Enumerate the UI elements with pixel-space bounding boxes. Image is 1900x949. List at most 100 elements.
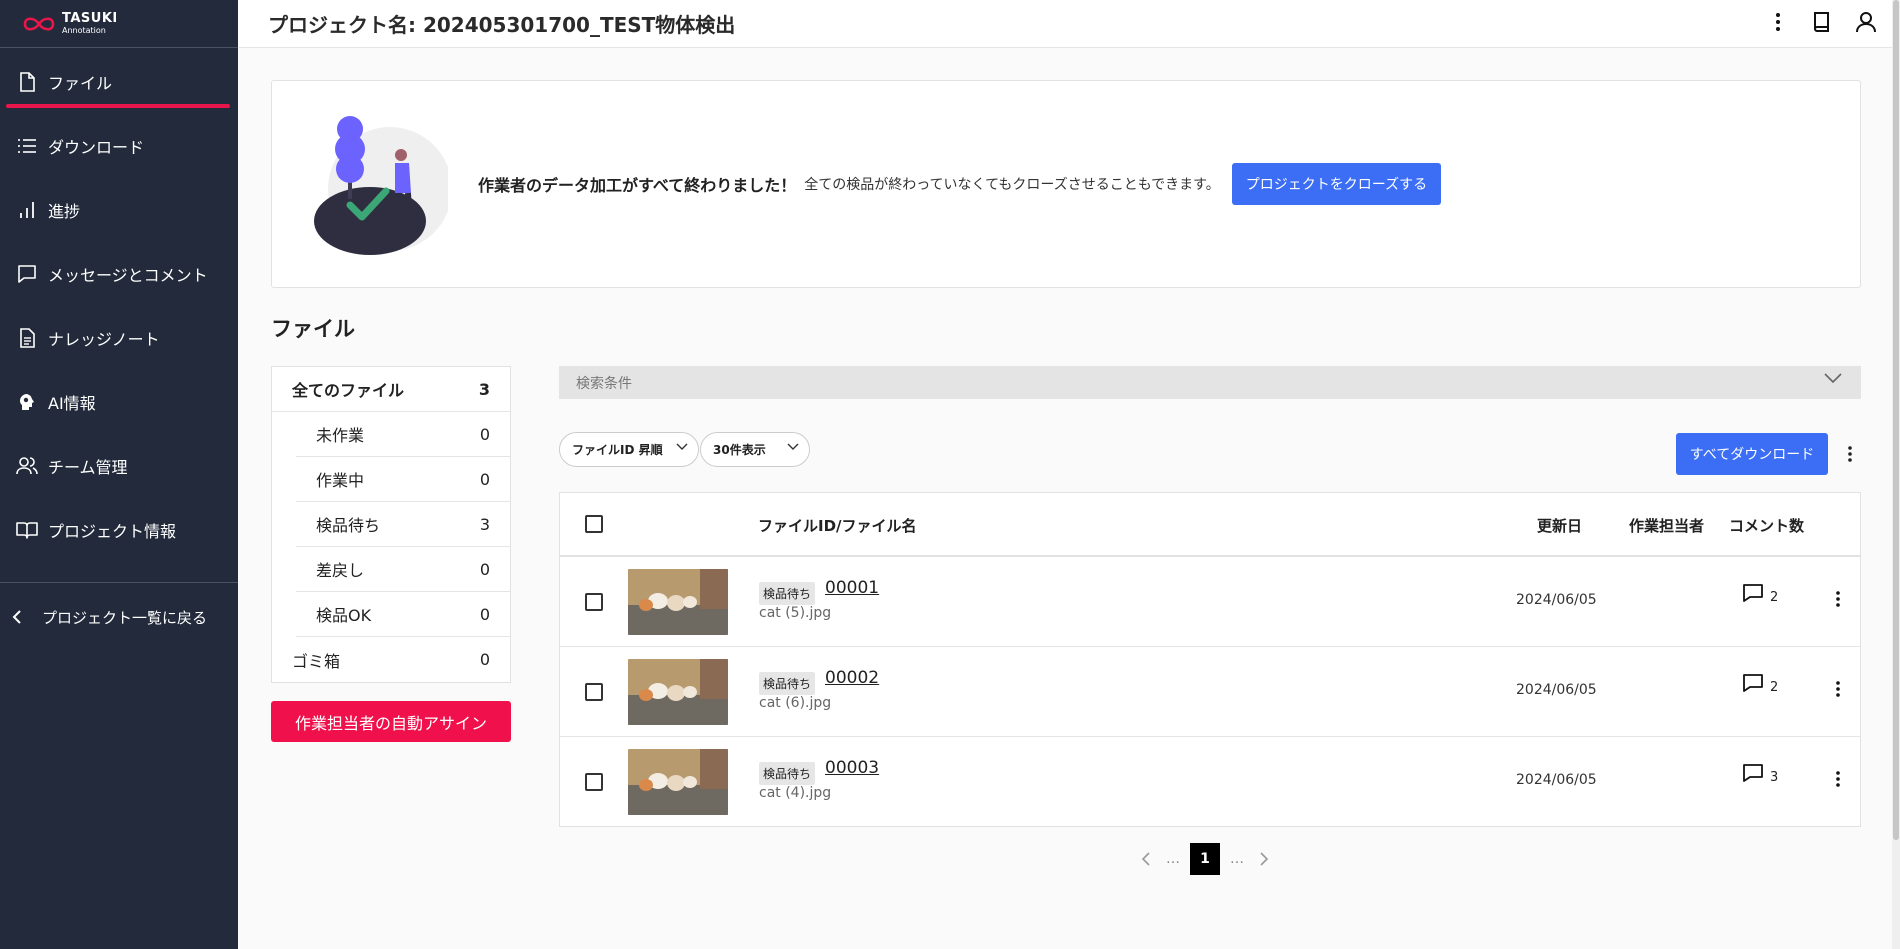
banner-submessage: 全ての検品が終わっていなくてもクローズさせることもできます。: [804, 177, 1220, 193]
sidebar-item-file[interactable]: ファイル: [0, 50, 238, 114]
tasuki-logo-icon: [23, 16, 55, 31]
comment-icon: [1743, 674, 1763, 692]
sidebar-item-label: ファイル: [48, 74, 113, 93]
row-more-icon[interactable]: [1830, 675, 1846, 703]
filter-returned[interactable]: 差戻し 0: [296, 547, 510, 592]
sidebar-item-team[interactable]: チーム管理: [0, 434, 238, 498]
search-conditions-toggle[interactable]: 検索条件: [559, 366, 1861, 399]
manual-book-icon[interactable]: [1808, 8, 1836, 36]
search-conditions-label: 検索条件: [576, 375, 632, 392]
filter-count: 0: [479, 469, 490, 489]
filter-count: 0: [479, 604, 490, 624]
chevron-down-icon: [1824, 373, 1842, 384]
status-badge: 検品待ち: [759, 762, 816, 785]
file-icon: [16, 71, 38, 93]
file-table: ファイルID/ファイル名 更新日 作業担当者 コメント数 検品待ち 00001 …: [559, 492, 1861, 827]
comment-count[interactable]: 2: [1742, 673, 1779, 695]
brand-name: TASUKI: [62, 11, 118, 26]
filter-label: ゴミ箱: [292, 651, 341, 671]
top-header: プロジェクト名: 202405301700_TEST物体検出: [238, 0, 1900, 48]
row-checkbox[interactable]: [585, 773, 603, 791]
updated-date: 2024/06/05: [1516, 592, 1597, 608]
logo[interactable]: TASUKI Annotation: [0, 0, 238, 48]
team-icon: [16, 455, 38, 477]
sidebar-item-label: ナレッジノート: [48, 330, 160, 349]
pagination-ellipsis: …: [1230, 851, 1244, 867]
user-icon[interactable]: [1852, 8, 1880, 36]
file-id-link[interactable]: 00001: [825, 578, 879, 598]
filter-count: 0: [479, 559, 490, 579]
message-icon: [16, 263, 38, 285]
banner-message: 作業者のデータ加工がすべて終わりました！: [478, 176, 797, 195]
auto-assign-button[interactable]: 作業担当者の自動アサイン: [271, 701, 511, 742]
per-page-select-value: 30件表示: [713, 443, 766, 457]
select-all-checkbox[interactable]: [585, 515, 603, 533]
ai-head-icon: [16, 391, 38, 413]
filter-all-files[interactable]: 全てのファイル 3: [272, 367, 510, 412]
comment-count-value: 2: [1770, 590, 1779, 605]
sidebar-item-knowledge[interactable]: ナレッジノート: [0, 306, 238, 370]
table-header: ファイルID/ファイル名 更新日 作業担当者 コメント数: [560, 493, 1860, 557]
sidebar: TASUKI Annotation ファイル ダウンロード 進捗 メッセージとコ…: [0, 0, 238, 949]
row-more-icon[interactable]: [1830, 765, 1846, 793]
comment-count-value: 2: [1770, 680, 1779, 695]
chevron-left-icon[interactable]: [1136, 851, 1156, 867]
file-id-link[interactable]: 00003: [825, 758, 879, 778]
filter-in-progress[interactable]: 作業中 0: [296, 457, 510, 502]
table-row: 検品待ち 00002 cat (6).jpg 2024/06/05 2: [560, 647, 1860, 737]
sidebar-item-ai-info[interactable]: AI情報: [0, 370, 238, 434]
file-thumbnail[interactable]: [628, 659, 728, 725]
sort-select[interactable]: ファイルID 昇順: [559, 432, 699, 467]
sidebar-item-progress[interactable]: 進捗: [0, 178, 238, 242]
table-row: 検品待ち 00001 cat (5).jpg 2024/06/05 2: [560, 557, 1860, 647]
close-project-button[interactable]: プロジェクトをクローズする: [1231, 163, 1442, 205]
back-label: プロジェクト一覧に戻る: [42, 608, 208, 627]
page-scrollbar[interactable]: [1892, 0, 1900, 949]
row-more-icon[interactable]: [1830, 585, 1846, 613]
updated-date: 2024/06/05: [1516, 772, 1597, 788]
sidebar-item-project-info[interactable]: プロジェクト情報: [0, 498, 238, 562]
back-to-project-list[interactable]: プロジェクト一覧に戻る: [0, 583, 238, 651]
current-page[interactable]: 1: [1190, 843, 1220, 875]
filter-label: 検品待ち: [316, 516, 381, 535]
sidebar-item-download[interactable]: ダウンロード: [0, 114, 238, 178]
file-name: cat (4).jpg: [759, 785, 832, 801]
status-filter-list: 全てのファイル 3 未作業 0 作業中 0 検品待ち 3 差戻し 0 検品OK 0 ゴミ箱 0: [271, 366, 511, 683]
filter-inspection-ok[interactable]: 検品OK 0: [296, 592, 510, 637]
comment-count[interactable]: 2: [1742, 583, 1779, 605]
comment-count[interactable]: 3: [1742, 763, 1778, 785]
filter-awaiting-inspection[interactable]: 検品待ち 3: [296, 502, 510, 547]
row-checkbox[interactable]: [585, 593, 603, 611]
sidebar-item-messages[interactable]: メッセージとコメント: [0, 242, 238, 306]
scrollbar-thumb[interactable]: [1893, 0, 1899, 840]
download-all-button[interactable]: すべてダウンロード: [1676, 433, 1828, 475]
per-page-select[interactable]: 30件表示: [700, 432, 810, 467]
column-comments: コメント数: [1729, 517, 1805, 535]
completion-illustration: [314, 116, 448, 255]
book-icon: [16, 519, 38, 541]
status-badge: 検品待ち: [759, 672, 816, 695]
header-actions: [1764, 8, 1880, 36]
filter-not-started[interactable]: 未作業 0: [296, 412, 510, 457]
file-id-link[interactable]: 00002: [825, 668, 879, 688]
filter-label: 全てのファイル: [292, 381, 405, 400]
filter-trash[interactable]: ゴミ箱 0: [272, 637, 510, 682]
filter-count: 0: [479, 650, 490, 669]
status-badge: 検品待ち: [759, 582, 816, 605]
column-updated: 更新日: [1537, 517, 1583, 535]
chevron-right-icon[interactable]: [1254, 851, 1274, 867]
sidebar-item-label: メッセージとコメント: [48, 266, 208, 285]
file-name: cat (6).jpg: [759, 695, 832, 711]
more-vertical-icon[interactable]: [1840, 440, 1860, 468]
row-checkbox[interactable]: [585, 683, 603, 701]
filter-label: 未作業: [316, 426, 365, 445]
file-thumbnail[interactable]: [628, 569, 728, 635]
comment-icon: [1743, 584, 1763, 602]
more-vertical-icon[interactable]: [1764, 8, 1792, 36]
filter-count: 3: [478, 379, 490, 399]
section-title: ファイル: [271, 317, 355, 341]
bar-chart-icon: [16, 199, 38, 221]
filter-count: 0: [479, 424, 490, 444]
file-thumbnail[interactable]: [628, 749, 728, 815]
chevron-left-icon: [12, 609, 28, 625]
